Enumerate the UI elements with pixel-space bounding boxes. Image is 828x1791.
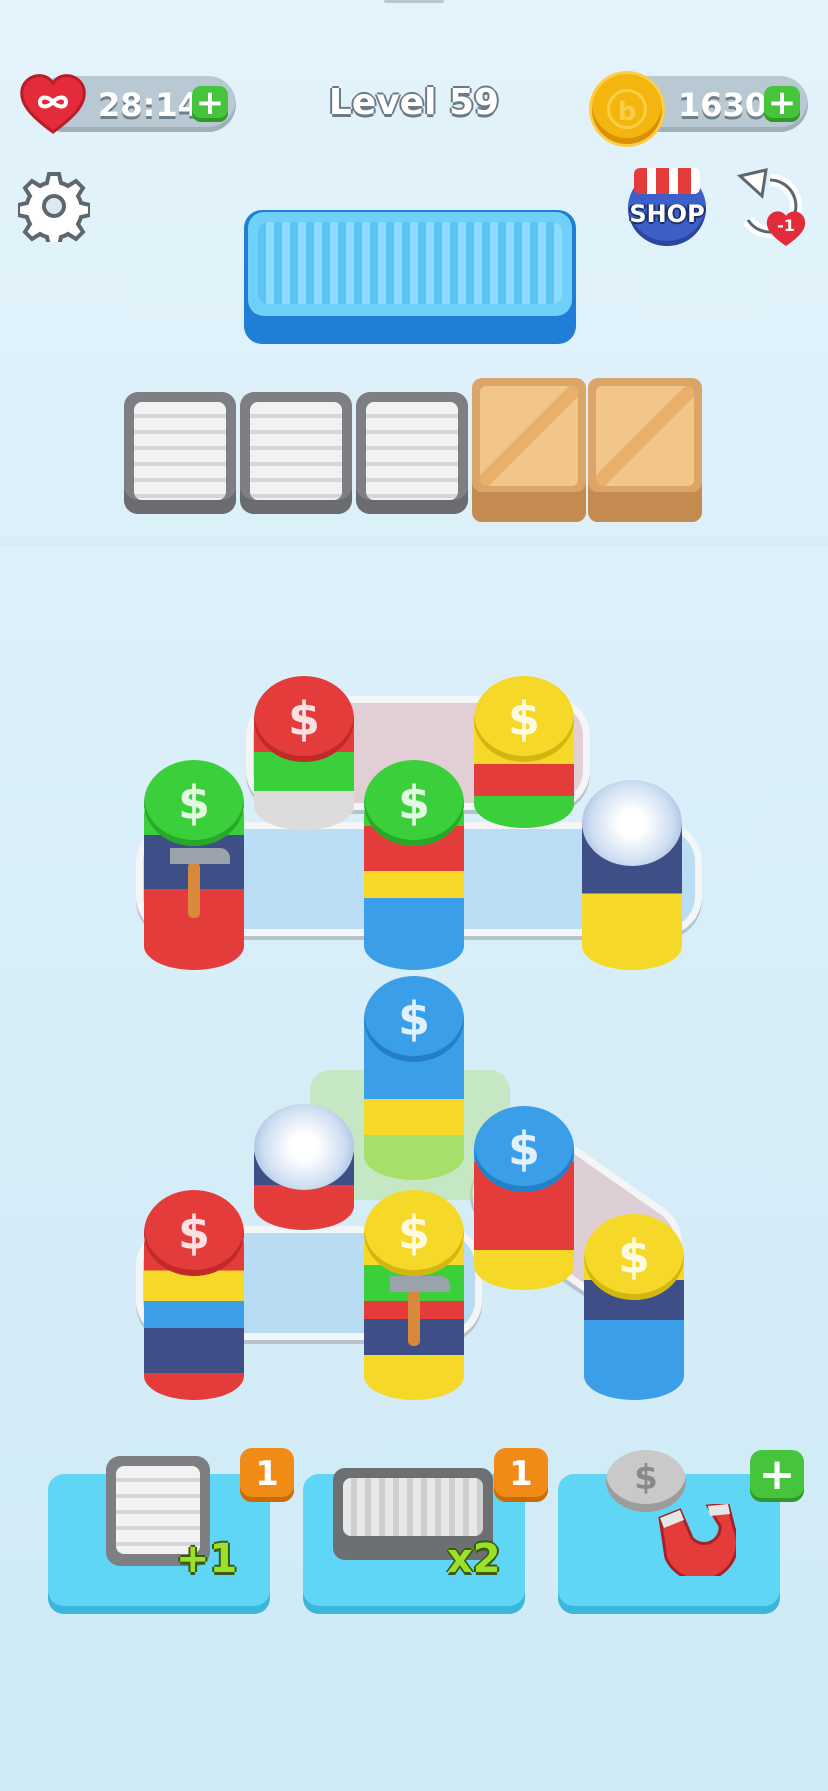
fan-icon — [582, 780, 682, 866]
coin-top-yellow-right: $ — [584, 1214, 684, 1300]
booster-extra-slot-button[interactable]: +1 — [48, 1456, 270, 1614]
booster-extra-slot-label: +1 — [176, 1536, 238, 1582]
fan-icon — [254, 1104, 354, 1190]
booster-double-tray-label: x2 — [447, 1536, 501, 1582]
hammer-icon — [388, 1268, 458, 1348]
gear-icon[interactable] — [16, 170, 92, 248]
status-indicator — [384, 0, 444, 3]
hammer-icon — [168, 840, 238, 920]
magnet-icon — [650, 1502, 739, 1582]
board-divider — [0, 536, 828, 546]
booster-double-tray-button[interactable]: x2 — [303, 1468, 525, 1614]
shop-button[interactable]: SHOP — [626, 166, 708, 246]
booster-extra-slot-count: 1 — [240, 1448, 294, 1502]
shop-awning — [634, 168, 700, 194]
holding-slot-2[interactable] — [240, 392, 352, 514]
collection-tray-inner — [248, 212, 572, 316]
holding-slot-1[interactable] — [124, 392, 236, 514]
coin-top-yellow: $ — [474, 676, 574, 762]
undo-badge: -1 — [764, 208, 808, 248]
coin-top-blue-right: $ — [474, 1106, 574, 1192]
coin-icon: b — [592, 74, 662, 144]
coin-top-red-lower: $ — [144, 1190, 244, 1276]
coin-count: 1630 — [678, 86, 768, 124]
coin-top-red: $ — [254, 676, 354, 762]
booster-magnet-button[interactable]: $ — [558, 1450, 780, 1614]
booster-double-tray-count: 1 — [494, 1448, 548, 1502]
booster-magnet-add[interactable]: + — [750, 1450, 804, 1502]
shop-label: SHOP — [629, 200, 705, 228]
coin-top-green: $ — [144, 760, 244, 846]
locked-slot-crate-2[interactable] — [588, 378, 702, 522]
coin-top-yellow-lower: $ — [364, 1190, 464, 1276]
locked-slot-crate-1[interactable] — [472, 378, 586, 522]
silver-coin-icon: $ — [606, 1450, 686, 1512]
coin-top-blue: $ — [364, 976, 464, 1062]
add-coins-button[interactable]: + — [764, 86, 800, 122]
holding-slot-3[interactable] — [356, 392, 468, 514]
coin-top-green-center: $ — [364, 760, 464, 846]
undo-button[interactable]: -1 — [726, 168, 810, 252]
